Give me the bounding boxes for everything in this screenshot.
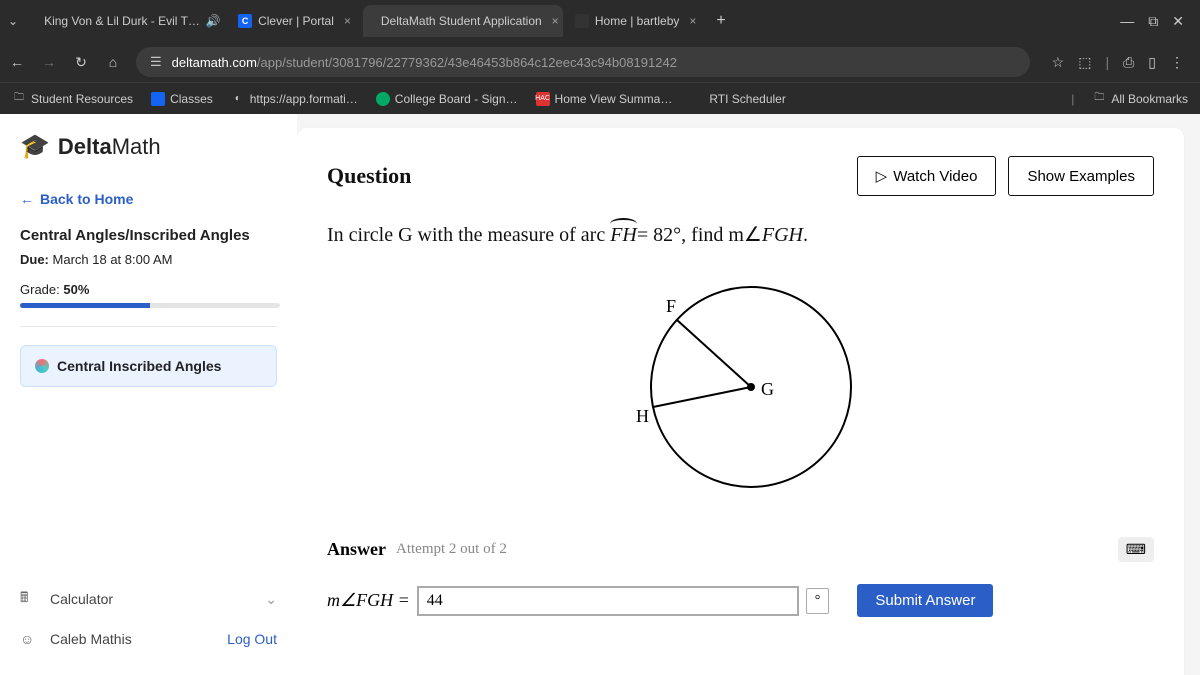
home-icon[interactable]: ⌂ [104, 54, 122, 70]
cast-icon[interactable]: ⎙ [1123, 54, 1134, 71]
bookmark-item[interactable]: ◐https://app.formati… [231, 92, 358, 106]
logo[interactable]: 🎓 DeltaMath [20, 132, 277, 161]
chevron-down-icon: ⌄ [265, 591, 277, 608]
forward-icon[interactable]: → [40, 54, 58, 70]
separator: | [1071, 92, 1074, 106]
calculator-row[interactable]: 🖩 Calculator ⌄ [20, 577, 277, 621]
arrow-left-icon: ← [20, 191, 34, 207]
main-content: Question ▷Watch Video Show Examples In c… [297, 114, 1200, 675]
browser-tab-strip: ⌄ King Von & Lil Durk - Evil T… 🔊 × C Cl… [0, 0, 1200, 42]
due-date: Due: March 18 at 8:00 AM [20, 252, 277, 267]
show-examples-button[interactable]: Show Examples [1008, 156, 1154, 196]
new-tab-button[interactable]: + [716, 12, 725, 30]
close-window-icon[interactable]: ✕ [1172, 13, 1184, 30]
question-card: Question ▷Watch Video Show Examples In c… [297, 128, 1184, 675]
menu-icon[interactable]: ⋮ [1170, 54, 1184, 71]
degree-button[interactable]: ° [806, 588, 830, 614]
user-name: Caleb Mathis [50, 631, 132, 647]
browser-tab[interactable]: C Clever | Portal × [226, 5, 363, 37]
assignment-title: Central Angles/Inscribed Angles [20, 227, 277, 244]
folder-icon: 🗀 [12, 92, 26, 106]
extensions-icon[interactable]: ⬚ [1078, 54, 1091, 71]
sparkle-icon [35, 359, 49, 373]
tab-title: King Von & Lil Durk - Evil T… [44, 14, 200, 28]
svg-text:G: G [761, 379, 774, 399]
classes-icon [151, 92, 165, 106]
site-info-icon[interactable]: ☰ [150, 54, 162, 70]
sidebar: 🎓 DeltaMath ← Back to Home Central Angle… [0, 114, 297, 675]
clever-icon: C [238, 14, 252, 28]
tab-title: Clever | Portal [258, 14, 334, 28]
url-domain: deltamath.com [172, 55, 257, 70]
panel-icon[interactable]: ▯ [1148, 54, 1156, 71]
folder-icon: 🗀 [1092, 92, 1106, 106]
browser-tab-active[interactable]: DeltaMath Student Application × [363, 5, 563, 37]
close-icon[interactable]: × [689, 14, 696, 28]
browser-tab[interactable]: King Von & Lil Durk - Evil T… 🔊 × [26, 5, 226, 37]
url-path: /app/student/3081796/22779362/43e46453b8… [257, 55, 677, 70]
collegeboard-icon [376, 92, 390, 106]
tab-menu-icon[interactable]: ⌄ [8, 14, 18, 28]
tab-title: DeltaMath Student Application [381, 14, 542, 28]
bookmarks-bar: 🗀Student Resources Classes ◐https://app.… [0, 82, 1200, 114]
bartleby-icon [575, 14, 589, 28]
bookmark-item[interactable]: Classes [151, 92, 213, 106]
formative-icon: ◐ [231, 92, 245, 106]
address-bar: ← → ↻ ⌂ ☰ deltamath.com/app/student/3081… [0, 42, 1200, 82]
divider [20, 326, 277, 327]
circle-diagram: F G H [327, 267, 1154, 507]
close-icon[interactable]: × [344, 14, 351, 28]
separator: | [1105, 54, 1109, 71]
tab-title: Home | bartleby [595, 14, 680, 28]
hac-icon: HAC [536, 92, 550, 106]
svg-text:F: F [666, 296, 676, 316]
graduation-cap-icon: 🎓 [20, 132, 50, 161]
logout-link[interactable]: Log Out [227, 631, 277, 647]
progress-bar [20, 303, 280, 308]
answer-input[interactable] [418, 587, 798, 615]
all-bookmarks[interactable]: 🗀All Bookmarks [1092, 92, 1188, 106]
minimize-icon[interactable]: — [1120, 13, 1134, 30]
user-icon: ☺ [20, 631, 40, 647]
rti-icon [690, 92, 704, 106]
watch-video-button[interactable]: ▷Watch Video [857, 156, 997, 196]
user-row: ☺ Caleb Mathis Log Out [20, 621, 277, 657]
restore-icon[interactable]: ⧉ [1148, 13, 1158, 30]
url-input[interactable]: ☰ deltamath.com/app/student/3081796/2277… [136, 47, 1030, 77]
back-to-home-link[interactable]: ← Back to Home [20, 191, 277, 207]
calculator-icon: 🖩 [20, 587, 40, 611]
bookmark-item[interactable]: RTI Scheduler [690, 92, 785, 106]
bookmark-item[interactable]: 🗀Student Resources [12, 92, 133, 106]
browser-tab[interactable]: Home | bartleby × [563, 5, 709, 37]
audio-icon[interactable]: 🔊 [206, 14, 221, 28]
bookmark-item[interactable]: College Board - Sign… [376, 92, 518, 106]
close-icon[interactable]: × [552, 14, 559, 28]
question-heading: Question [327, 163, 411, 189]
reload-icon[interactable]: ↻ [72, 54, 90, 71]
attempt-text: Attempt 2 out of 2 [396, 541, 507, 558]
bookmark-item[interactable]: HACHome View Summa… [536, 92, 673, 106]
grade-label: Grade: 50% [20, 282, 277, 297]
back-icon[interactable]: ← [8, 54, 26, 70]
question-text: In circle G with the measure of arc FH= … [327, 222, 1154, 247]
answer-prefix: m∠FGH = [327, 590, 410, 611]
answer-label: Answer [327, 539, 386, 560]
svg-text:H: H [636, 406, 649, 426]
submit-answer-button[interactable]: Submit Answer [857, 584, 993, 617]
star-icon[interactable]: ☆ [1052, 54, 1065, 71]
play-icon: ▷ [876, 167, 888, 185]
keyboard-icon[interactable]: ⌨ [1118, 537, 1154, 562]
topic-selected[interactable]: Central Inscribed Angles [20, 345, 277, 387]
